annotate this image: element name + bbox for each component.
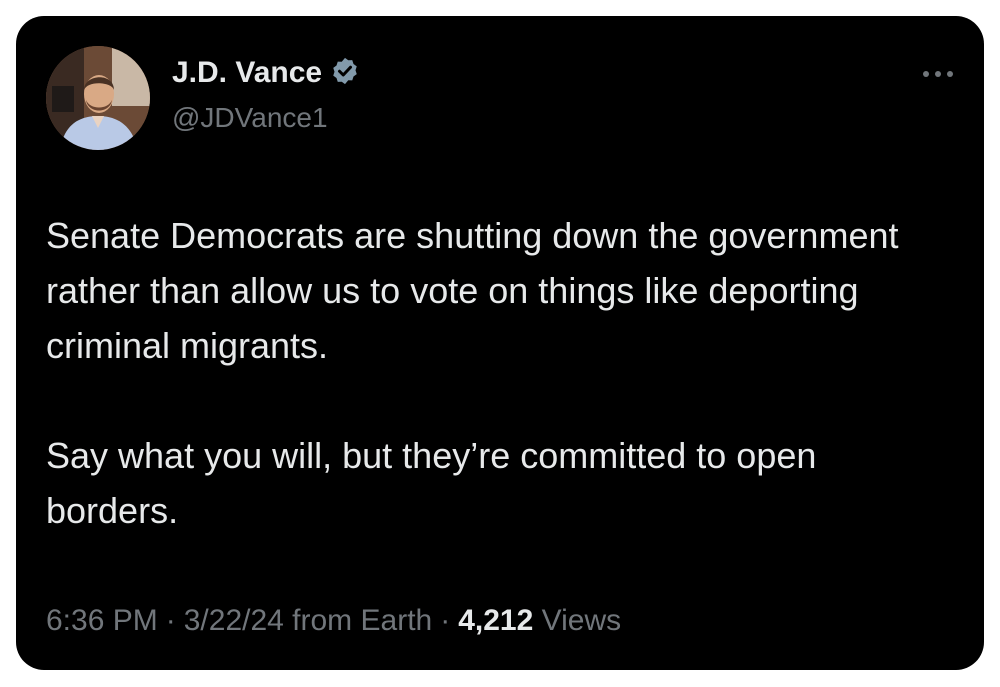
tweet-time[interactable]: 6:36 PM	[46, 604, 158, 637]
avatar[interactable]	[46, 46, 150, 150]
author-display-name[interactable]: J.D. Vance	[172, 56, 360, 90]
tweet-paragraph-2: Say what you will, but they’re committed…	[46, 435, 817, 531]
tweet-paragraph-1: Senate Democrats are shutting down the g…	[46, 215, 899, 366]
more-options-icon[interactable]	[918, 64, 958, 84]
meta-separator: ·	[165, 604, 176, 637]
views-label: Views	[541, 604, 622, 637]
verified-badge-icon	[333, 57, 357, 85]
meta-separator: ·	[440, 604, 451, 637]
tweet-meta: 6:36 PM · 3/22/24 from Earth · 4,212 Views	[46, 604, 621, 638]
tweet-location: from Earth	[292, 604, 433, 637]
tweet-text: Senate Democrats are shutting down the g…	[46, 208, 946, 538]
author-handle[interactable]: @JDVance1	[172, 102, 328, 134]
views-count[interactable]: 4,212	[458, 604, 533, 637]
avatar-image	[46, 46, 150, 150]
author-name-text: J.D. Vance	[172, 56, 323, 89]
tweet-date[interactable]: 3/22/24	[184, 604, 284, 637]
tweet-card: J.D. Vance @JDVance1 Senate Democrats ar…	[16, 16, 984, 670]
